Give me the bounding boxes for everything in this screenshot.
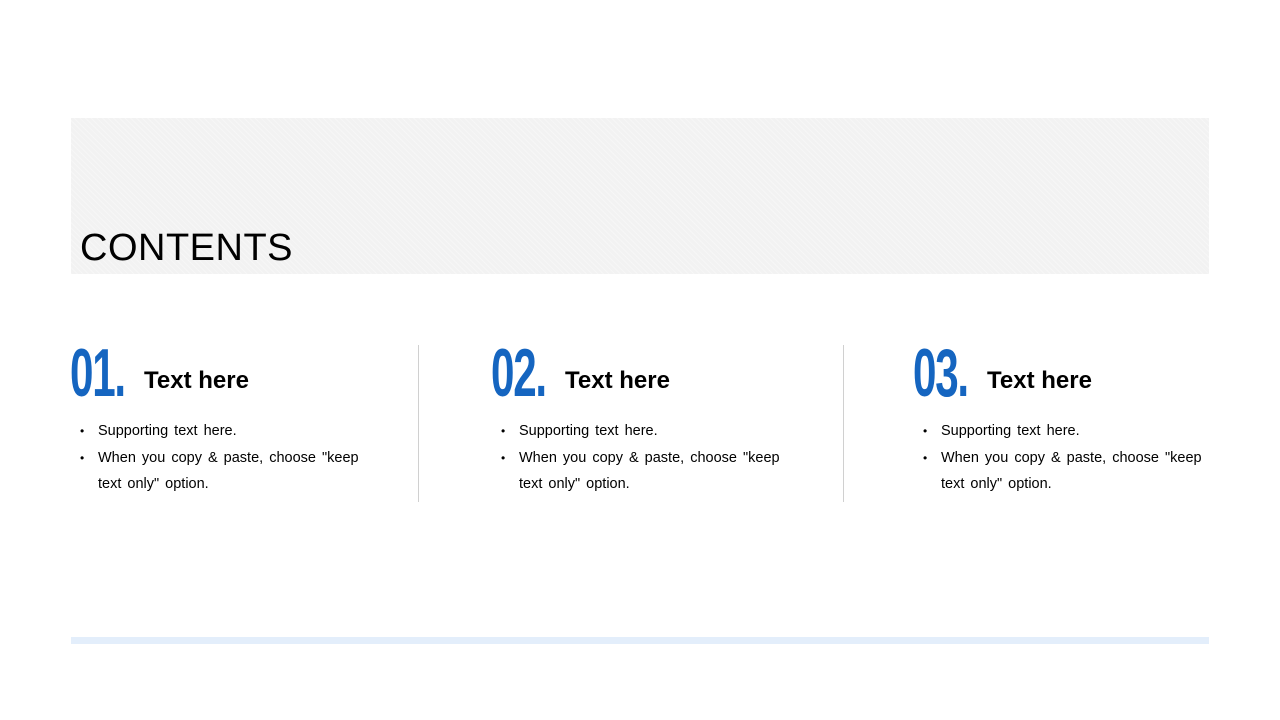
section-heading: Text here xyxy=(144,367,249,394)
bullet-item: • When you copy & paste, choose "keep tex… xyxy=(501,445,783,498)
slide: CONTENTS 01. Text here • Supporting text … xyxy=(0,0,1280,720)
bullet-dot-icon: • xyxy=(923,424,928,438)
section-number: 03. xyxy=(913,335,969,411)
bullet-item: • Supporting text here. xyxy=(80,418,362,445)
bullet-list: • Supporting text here. • When you copy & … xyxy=(80,418,362,498)
bullet-text: When you copy & paste, choose "keep text… xyxy=(941,449,1202,493)
bullet-item: • Supporting text here. xyxy=(501,418,783,445)
bullet-dot-icon: • xyxy=(501,450,506,465)
bullet-dot-icon: • xyxy=(80,450,85,465)
bullet-text: Supporting text here. xyxy=(519,423,658,439)
bullet-item: • When you copy & paste, choose "keep tex… xyxy=(80,445,362,498)
bullet-item: • Supporting text here. xyxy=(923,418,1205,445)
bullet-dot-icon: • xyxy=(923,450,928,465)
bullet-list: • Supporting text here. • When you copy & … xyxy=(501,418,783,498)
bullet-list: • Supporting text here. • When you copy & … xyxy=(923,418,1205,498)
bullet-text: Supporting text here. xyxy=(98,423,237,439)
column-divider xyxy=(418,345,419,502)
column-divider xyxy=(843,345,844,502)
page-title: CONTENTS xyxy=(80,227,293,269)
bullet-item: • When you copy & paste, choose "keep tex… xyxy=(923,445,1205,498)
section-heading: Text here xyxy=(565,367,670,394)
section-number: 01. xyxy=(70,335,126,411)
bullet-text: When you copy & paste, choose "keep text… xyxy=(519,449,780,493)
section-heading: Text here xyxy=(987,367,1092,394)
bullet-dot-icon: • xyxy=(501,424,506,438)
bullet-text: When you copy & paste, choose "keep text… xyxy=(98,449,359,493)
bullet-dot-icon: • xyxy=(80,424,85,438)
footer-line xyxy=(71,637,1209,644)
section-number: 02. xyxy=(491,335,547,411)
bullet-text: Supporting text here. xyxy=(941,423,1080,439)
